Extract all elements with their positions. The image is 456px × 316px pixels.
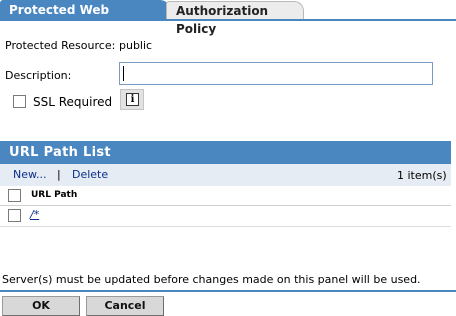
protected-resource-value: public: [119, 39, 153, 52]
tab-bar: Protected Web Resource Authorization Pol…: [0, 0, 456, 37]
ok-button[interactable]: OK: [2, 296, 80, 316]
tab-authorization-policy[interactable]: Authorization Policy: [166, 1, 304, 36]
delete-link[interactable]: Delete: [72, 168, 108, 181]
table-row: /*: [0, 206, 451, 227]
select-all-checkbox[interactable]: [8, 189, 21, 202]
text-caret: [123, 66, 124, 81]
url-path-column-header: URL Path: [0, 186, 451, 206]
new-link[interactable]: New...: [13, 168, 46, 181]
url-path-list-header: URL Path List: [0, 141, 451, 164]
toolbar-separator: |: [57, 168, 61, 181]
ssl-required-label: SSL Required: [33, 95, 113, 109]
description-label: Description:: [5, 69, 72, 82]
url-path-link[interactable]: /*: [30, 208, 39, 221]
url-path-list-toolbar: New... | Delete 1 item(s): [0, 164, 451, 186]
footer-divider: [0, 290, 456, 292]
url-path-column-label: URL Path: [31, 190, 78, 200]
protected-resource-label: Protected Resource:: [5, 39, 116, 52]
info-icon: i: [126, 93, 139, 106]
ssl-required-checkbox[interactable]: [13, 95, 26, 108]
tab-protected-web-resource[interactable]: Protected Web Resource: [0, 0, 170, 37]
update-notice: Server(s) must be updated before changes…: [2, 273, 421, 286]
item-count: 1 item(s): [397, 169, 447, 182]
cancel-button[interactable]: Cancel: [86, 296, 164, 316]
ssl-info-button[interactable]: i: [120, 89, 144, 110]
tab-bar-underline: [0, 19, 456, 21]
row-checkbox[interactable]: [8, 209, 21, 222]
description-input[interactable]: [119, 62, 433, 85]
